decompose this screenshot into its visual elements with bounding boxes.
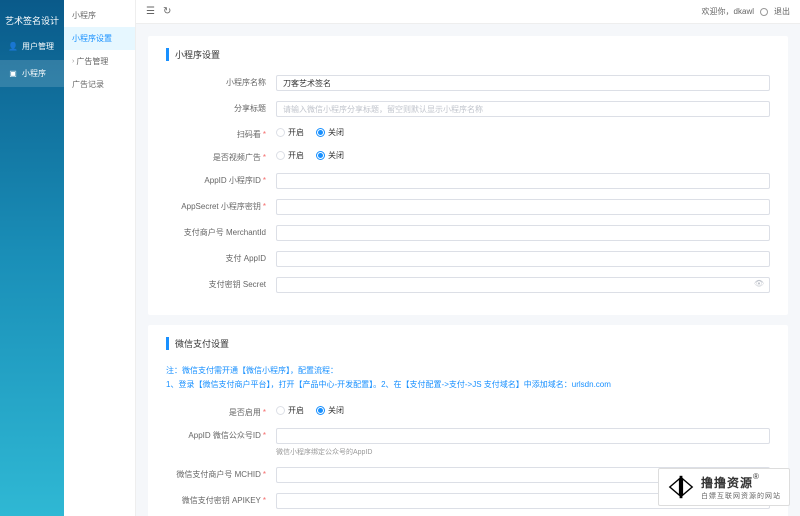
logout-icon xyxy=(760,8,768,16)
sidebar-item-label: 小程序 xyxy=(22,68,46,79)
ad-close[interactable]: 关闭 xyxy=(316,150,344,161)
notice-block: 注：微信支付需开通【微信小程序】，配置流程： 1、登录【微信支付商户平台】，打开… xyxy=(166,364,770,393)
enable-close[interactable]: 关闭 xyxy=(316,405,344,416)
app-icon: ▣ xyxy=(8,69,18,79)
sub-item-ads[interactable]: ›广告管理 xyxy=(64,50,135,73)
mchid-input[interactable] xyxy=(276,225,770,241)
label-payappid: 支付 AppID xyxy=(166,251,276,264)
appid-input[interactable] xyxy=(276,173,770,189)
kouling-close[interactable]: 关闭 xyxy=(316,127,344,138)
chevron-right-icon: › xyxy=(72,58,74,65)
payappid-input[interactable] xyxy=(276,251,770,267)
label-appid: AppID 小程序ID xyxy=(204,176,260,185)
label-wxmchid: 微信支付商户号 MCHID xyxy=(176,470,260,479)
watermark-subtitle: 白嫖互联网资源的网站 xyxy=(701,491,781,501)
label-apikey: 微信支付密钥 APIKEY xyxy=(182,496,261,505)
label-share: 分享标题 xyxy=(166,101,276,114)
gzhappid-input[interactable] xyxy=(276,428,770,444)
secret-input[interactable] xyxy=(276,199,770,215)
sub-item-adlog[interactable]: 广告记录 xyxy=(64,73,135,96)
section-title-2: 微信支付设置 xyxy=(166,337,770,350)
section-title: 小程序设置 xyxy=(166,48,770,61)
sidebar-item-label: 用户管理 xyxy=(22,41,54,52)
greeting-text: 欢迎你，dkawl xyxy=(702,6,754,17)
label-secret: AppSecret 小程序密钥 xyxy=(181,202,261,211)
name-input[interactable] xyxy=(276,75,770,91)
paysecret-input[interactable] xyxy=(276,277,770,293)
label-gzhappid: AppID 微信公众号ID xyxy=(188,431,260,440)
main-sidebar: 艺术签名设计 👤 用户管理 ▣ 小程序 xyxy=(0,0,64,516)
share-input[interactable] xyxy=(276,101,770,117)
logout-link[interactable]: 退出 xyxy=(774,6,790,17)
sub-sidebar: 小程序 小程序设置 ›广告管理 广告记录 xyxy=(64,0,136,516)
label-kouling: 扫码看 xyxy=(237,130,261,139)
watermark-title: 撸撸资源 xyxy=(701,476,753,490)
label-enable: 是否启用 xyxy=(229,408,261,417)
label-paysecret: 支付密钥 Secret xyxy=(166,277,276,290)
refresh-icon[interactable]: ↻ xyxy=(163,6,171,17)
label-ad: 是否视频广告 xyxy=(213,153,261,162)
user-icon: 👤 xyxy=(8,42,18,52)
label-name: 小程序名称 xyxy=(166,75,276,88)
label-mchid: 支付商户号 MerchantId xyxy=(166,225,276,238)
registered-icon: ® xyxy=(753,472,759,481)
sidebar-item-miniapp[interactable]: ▣ 小程序 xyxy=(0,60,64,87)
ad-open[interactable]: 开启 xyxy=(276,150,304,161)
gzhappid-hint: 微信小程序绑定公众号的AppID xyxy=(276,447,770,457)
app-logo: 艺术签名设计 xyxy=(1,8,63,33)
watermark: 撸撸资源® 白嫖互联网资源的网站 xyxy=(658,468,790,506)
watermark-icon xyxy=(667,473,695,501)
sidebar-item-users[interactable]: 👤 用户管理 xyxy=(0,33,64,60)
eye-icon[interactable]: 👁 xyxy=(754,279,764,288)
sub-item-miniapp[interactable]: 小程序 xyxy=(64,4,135,27)
menu-toggle-icon[interactable]: ☰ xyxy=(146,6,155,17)
content-area: 小程序设置 小程序名称 分享标题 扫码看* 开启 关闭 xyxy=(136,24,800,516)
kouling-open[interactable]: 开启 xyxy=(276,127,304,138)
topbar: ☰ ↻ 欢迎你，dkawl 退出 xyxy=(136,0,800,24)
sub-item-settings[interactable]: 小程序设置 xyxy=(64,27,135,50)
enable-open[interactable]: 开启 xyxy=(276,405,304,416)
